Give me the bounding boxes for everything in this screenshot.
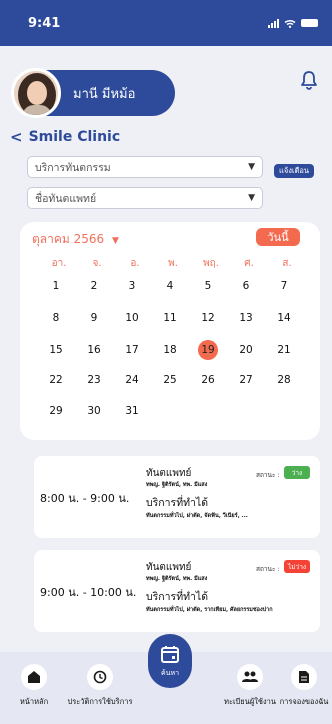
calendar-day[interactable]: 29 (42, 402, 70, 420)
profile-pill[interactable]: มานี มีหม้อ (11, 68, 175, 118)
status-badge: ว่าง (284, 466, 310, 479)
nav-history[interactable]: ประวัติการใช้บริการ (62, 664, 138, 708)
status-badge: ไม่ว่าง (284, 560, 310, 573)
slot-time: 9:00 น. - 10:00 น. (40, 586, 137, 599)
calendar-day[interactable]: 6 (232, 277, 260, 295)
nav-search[interactable]: ค้นหา (148, 634, 192, 688)
service-select[interactable]: บริการทันตกรรม ▼ (27, 156, 263, 178)
signal-icon (268, 18, 279, 28)
nav-register[interactable]: ทะเบียนผู้ใช้งาน (222, 664, 278, 708)
service-list: ทันตกรรมทั่วไป, ผ่าตัด, จัดฟัน, วีเนียร์… (146, 513, 248, 519)
service-list: ทันตกรรมทั่วไป, ผ่าตัด, รากเทียม, ศัลยกร… (146, 607, 273, 613)
calendar-day[interactable]: 13 (232, 309, 260, 327)
nav-home-label: หน้าหลัก (19, 697, 49, 706)
wifi-icon (284, 19, 296, 28)
slot-time: 8:00 น. - 9:00 น. (40, 492, 130, 505)
weekday-label: ศ. (244, 258, 254, 269)
weekday-label: พ. (168, 258, 178, 269)
calendar-day[interactable]: 12 (194, 309, 222, 327)
calendar-day[interactable]: 9 (80, 309, 108, 327)
calendar-day[interactable]: 10 (118, 309, 146, 327)
history-icon (87, 664, 113, 690)
nav-home[interactable]: หน้าหลัก (6, 664, 62, 708)
calendar-day[interactable]: 18 (156, 341, 184, 359)
weekday-header: อา. จ. อ. พ. พฤ. ศ. ส. (44, 256, 320, 270)
calendar-day[interactable]: 19 (194, 340, 222, 360)
users-icon (237, 664, 263, 690)
calendar-day[interactable]: 1 (42, 277, 70, 295)
calendar-day[interactable]: 3 (118, 277, 146, 295)
today-button[interactable]: วันนี้ (256, 228, 300, 246)
dentist-select[interactable]: ชื่อทันตแพทย์ ▼ (27, 187, 263, 209)
doctor-names: ทพญ. ฐิติรัตน์, ทพ. มีแสง (146, 482, 208, 488)
calendar-day[interactable]: 16 (80, 341, 108, 359)
month-label: ตุลาคม 2566 (32, 232, 105, 246)
service-heading: บริการที่ทำได้ (146, 497, 209, 509)
calendar-day[interactable]: 20 (232, 341, 260, 359)
calendar-day[interactable]: 4 (156, 277, 184, 295)
document-icon (291, 664, 317, 690)
weekday-label: อา. (51, 258, 67, 269)
chevron-down-icon: ▼ (248, 162, 255, 172)
calendar-day[interactable]: 22 (42, 371, 70, 389)
status-time: 9:41 (28, 15, 61, 31)
weekday-label: อ. (130, 258, 140, 269)
status-label: สถานะ : (256, 565, 280, 573)
notify-button[interactable]: แจ้งเตือน (274, 164, 314, 178)
calendar-day[interactable]: 7 (270, 277, 298, 295)
battery-icon (301, 19, 318, 27)
calendar-day[interactable]: 14 (270, 309, 298, 327)
weekday-label: จ. (92, 258, 102, 269)
clinic-name: Smile Clinic (28, 129, 121, 145)
service-heading: บริการที่ทำได้ (146, 591, 209, 603)
dentist-select-value: ชื่อทันตแพทย์ (35, 192, 97, 205)
nav-search-label: ค้นหา (160, 668, 179, 677)
avatar (11, 68, 61, 118)
status-label: สถานะ : (256, 471, 280, 479)
calendar-day[interactable]: 27 (232, 371, 260, 389)
time-slot-card[interactable]: 8:00 น. - 9:00 น. ทันตแพทย์ ทพญ. ฐิติรัต… (34, 456, 320, 538)
chevron-down-icon: ▼ (248, 193, 255, 203)
nav-booking-label: การจองของฉัน (279, 697, 329, 706)
doctor-names: ทพญ. ฐิติรัตน์, ทพ. มีแสง (146, 576, 208, 582)
calendar-day[interactable]: 24 (118, 371, 146, 389)
calendar-day[interactable]: 28 (270, 371, 298, 389)
calendar-day[interactable]: 23 (80, 371, 108, 389)
calendar-day[interactable]: 26 (194, 371, 222, 389)
calendar-day[interactable]: 2 (80, 277, 108, 295)
calendar-day[interactable]: 5 (194, 277, 222, 295)
clinic-header[interactable]: < Smile Clinic (10, 128, 120, 146)
status-bar: 9:41 (0, 0, 332, 46)
home-icon (21, 664, 47, 690)
calendar-day[interactable]: 31 (118, 402, 146, 420)
doctor-heading: ทันตแพทย์ (146, 468, 192, 479)
weekday-label: พฤ. (203, 258, 219, 269)
back-chevron-icon[interactable]: < (10, 128, 23, 146)
doctor-heading: ทันตแพทย์ (146, 562, 192, 573)
calendar-icon (161, 645, 179, 663)
calendar-day[interactable]: 15 (42, 341, 70, 359)
month-picker[interactable]: ตุลาคม 2566 ▼ (32, 230, 119, 249)
calendar-card: ตุลาคม 2566 ▼ วันนี้ อา. จ. อ. พ. พฤ. ศ.… (20, 222, 320, 440)
calendar-day[interactable]: 30 (80, 402, 108, 420)
calendar-day[interactable]: 8 (42, 309, 70, 327)
month-dropdown-icon: ▼ (112, 236, 119, 246)
calendar-day[interactable]: 21 (270, 341, 298, 359)
calendar-day[interactable]: 25 (156, 371, 184, 389)
nav-history-label: ประวัติการใช้บริการ (67, 697, 133, 706)
service-select-value: บริการทันตกรรม (35, 161, 111, 174)
calendar-day[interactable]: 17 (118, 341, 146, 359)
profile-name: มานี มีหม้อ (73, 86, 136, 102)
calendar-day[interactable]: 11 (156, 309, 184, 327)
time-slot-card[interactable]: 9:00 น. - 10:00 น. ทันตแพทย์ ทพญ. ฐิติรั… (34, 550, 320, 632)
weekday-label: ส. (282, 258, 292, 269)
status-icons (268, 18, 318, 28)
bell-icon[interactable] (300, 70, 318, 90)
nav-register-label: ทะเบียนผู้ใช้งาน (224, 697, 276, 706)
nav-booking[interactable]: การจองของฉัน (276, 664, 332, 708)
